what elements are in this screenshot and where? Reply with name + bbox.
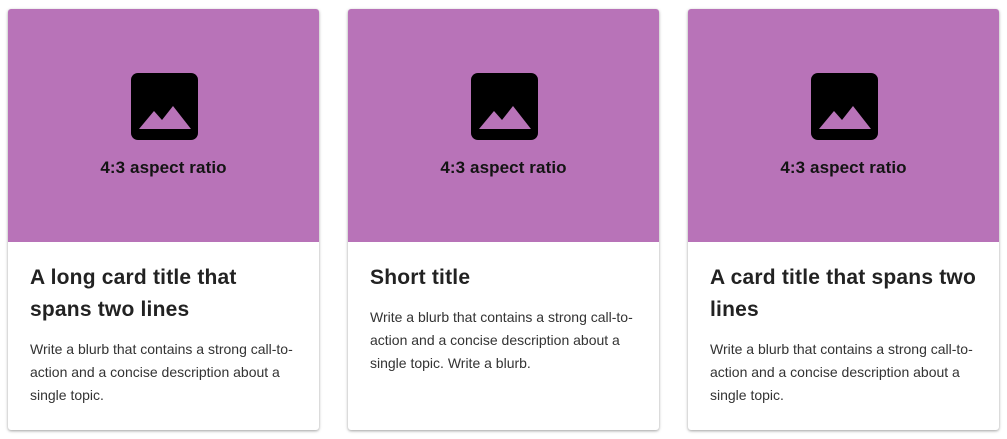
media-caption: 4:3 aspect ratio: [440, 158, 567, 177]
card-title: A card title that spans two lines: [710, 266, 976, 321]
card-body: A card title that spans two lines Write …: [688, 242, 999, 407]
media-caption: 4:3 aspect ratio: [780, 158, 907, 177]
card[interactable]: 4:3 aspect ratio A card title that spans…: [688, 9, 999, 430]
image-placeholder-icon: [810, 73, 878, 140]
image-placeholder-icon: [470, 73, 538, 140]
media-caption: 4:3 aspect ratio: [100, 158, 227, 177]
card-blurb: Write a blurb that contains a strong cal…: [370, 309, 633, 371]
image-placeholder-icon: [130, 73, 198, 140]
card-media: 4:3 aspect ratio: [8, 9, 319, 242]
card-media: 4:3 aspect ratio: [688, 9, 999, 242]
card[interactable]: 4:3 aspect ratio A long card title that …: [8, 9, 319, 430]
card-blurb: Write a blurb that contains a strong cal…: [710, 341, 973, 403]
card-title: A long card title that spans two lines: [30, 266, 237, 321]
card-blurb: Write a blurb that contains a strong cal…: [30, 341, 293, 403]
card[interactable]: 4:3 aspect ratio Short title Write a blu…: [348, 9, 659, 430]
card-media: 4:3 aspect ratio: [348, 9, 659, 242]
card-body: Short title Write a blurb that contains …: [348, 242, 659, 375]
card-body: A long card title that spans two lines W…: [8, 242, 319, 407]
card-title: Short title: [370, 266, 471, 289]
card-grid: 4:3 aspect ratio A long card title that …: [0, 0, 1007, 439]
